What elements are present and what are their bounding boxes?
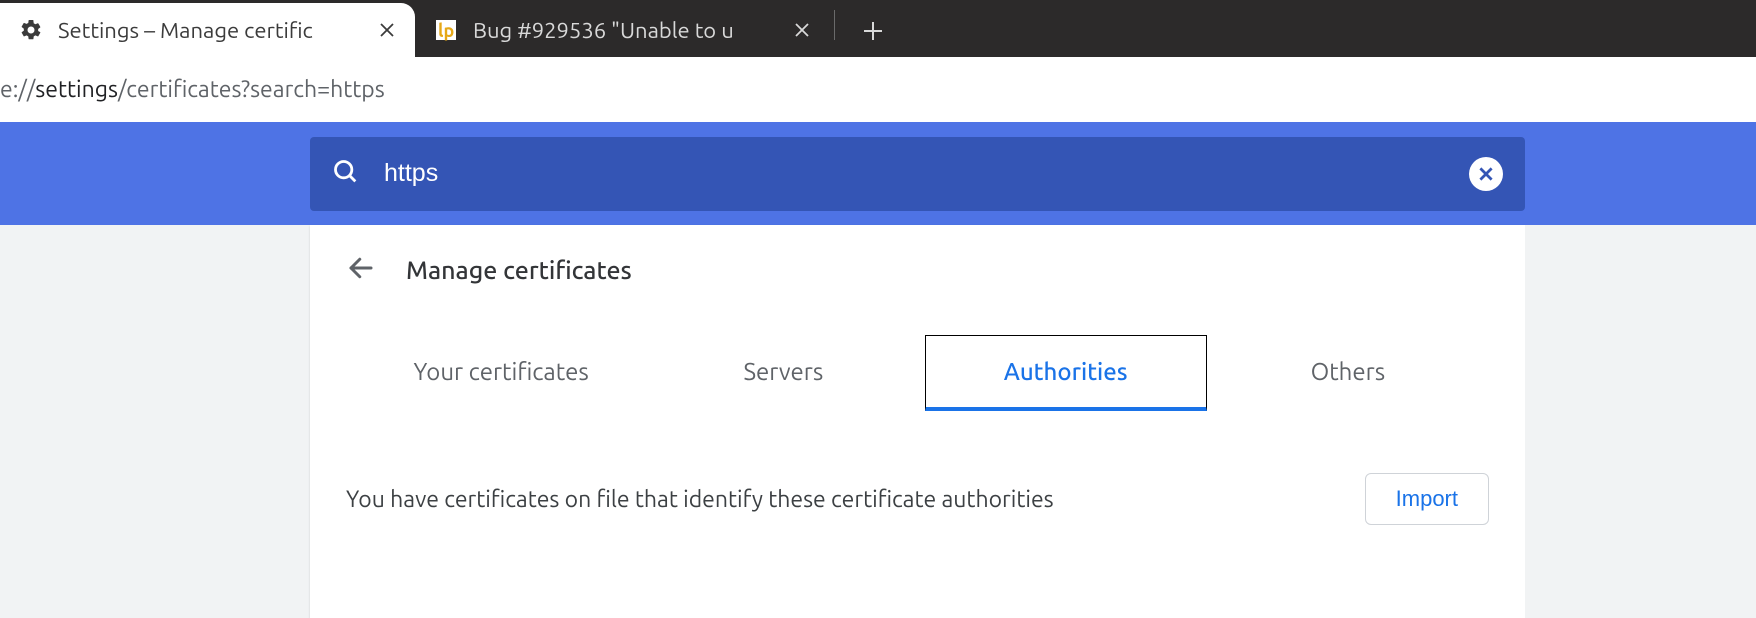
tab-close-icon[interactable] xyxy=(792,20,812,40)
url-rest: /certificates?search=https xyxy=(118,77,385,102)
tab-title: Bug #929536 "Unable to u xyxy=(473,18,778,43)
certificate-description-row: You have certificates on file that ident… xyxy=(310,411,1525,525)
certificate-description: You have certificates on file that ident… xyxy=(346,487,1054,512)
tab-close-icon[interactable] xyxy=(377,20,397,40)
browser-tab-inactive[interactable]: lp Bug #929536 "Unable to u xyxy=(415,3,830,57)
address-bar[interactable]: e://settings/certificates?search=https xyxy=(0,57,1756,122)
svg-text:lp: lp xyxy=(438,21,454,41)
launchpad-icon: lp xyxy=(433,17,459,43)
settings-search-input[interactable] xyxy=(384,159,1445,188)
gear-icon xyxy=(18,17,44,43)
tab-title: Settings – Manage certific xyxy=(58,18,363,43)
new-tab-button[interactable] xyxy=(853,11,893,51)
tab-your-certificates[interactable]: Your certificates xyxy=(360,335,642,411)
tab-separator xyxy=(834,10,835,40)
search-icon xyxy=(332,158,360,190)
browser-tab-strip: Settings – Manage certific lp Bug #92953… xyxy=(0,0,1756,57)
settings-search-box xyxy=(310,137,1525,211)
back-arrow-icon[interactable] xyxy=(346,253,376,287)
browser-tab-active[interactable]: Settings – Manage certific xyxy=(0,3,415,57)
url-host: settings xyxy=(35,77,118,102)
clear-search-button[interactable] xyxy=(1469,157,1503,191)
tab-servers[interactable]: Servers xyxy=(642,335,924,411)
import-button[interactable]: Import xyxy=(1365,473,1489,525)
tab-others[interactable]: Others xyxy=(1207,335,1489,411)
left-gutter xyxy=(0,225,310,618)
right-gutter xyxy=(1525,225,1756,618)
settings-header xyxy=(0,122,1756,225)
content-area: Manage certificates Your certificates Se… xyxy=(0,225,1756,618)
panel-header: Manage certificates xyxy=(310,225,1525,315)
tab-authorities[interactable]: Authorities xyxy=(925,335,1207,411)
certificate-tabs: Your certificates Servers Authorities Ot… xyxy=(310,315,1525,411)
url-prefix: e:// xyxy=(0,77,35,102)
certificates-panel: Manage certificates Your certificates Se… xyxy=(310,225,1525,618)
panel-title: Manage certificates xyxy=(406,256,632,284)
